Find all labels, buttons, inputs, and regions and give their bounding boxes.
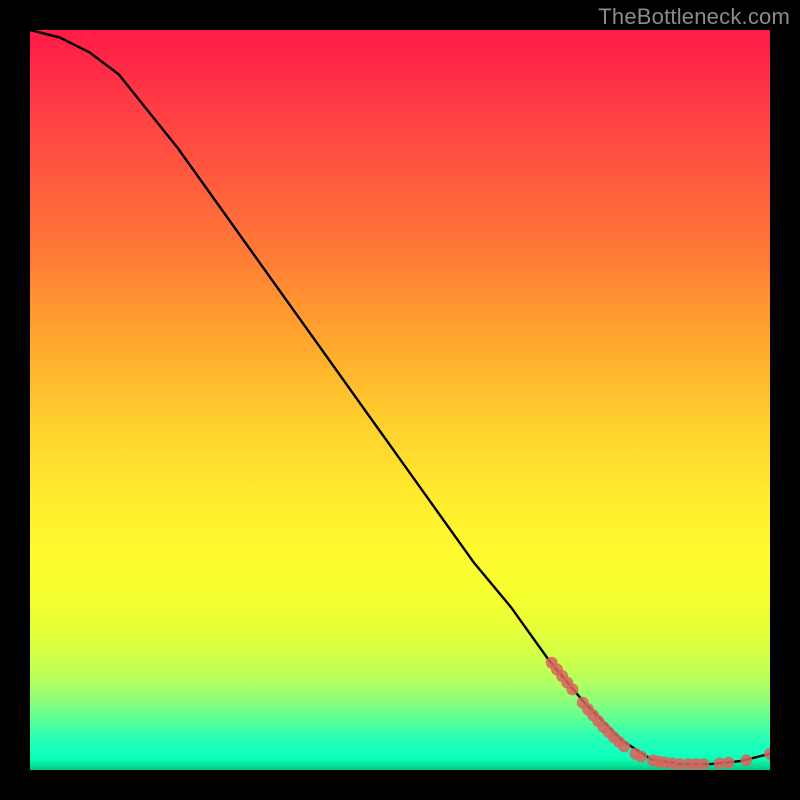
marker-point — [618, 740, 630, 752]
watermark-text: TheBottleneck.com — [598, 4, 790, 30]
highlight-markers — [546, 657, 770, 770]
marker-point — [697, 758, 709, 770]
plot-area — [30, 30, 770, 770]
marker-point — [723, 757, 735, 769]
chart-svg — [30, 30, 770, 770]
bottleneck-curve — [30, 30, 770, 764]
marker-point — [566, 683, 578, 695]
marker-point — [764, 748, 770, 760]
marker-point — [740, 754, 752, 766]
chart-frame: TheBottleneck.com — [0, 0, 800, 800]
marker-point — [635, 751, 647, 763]
